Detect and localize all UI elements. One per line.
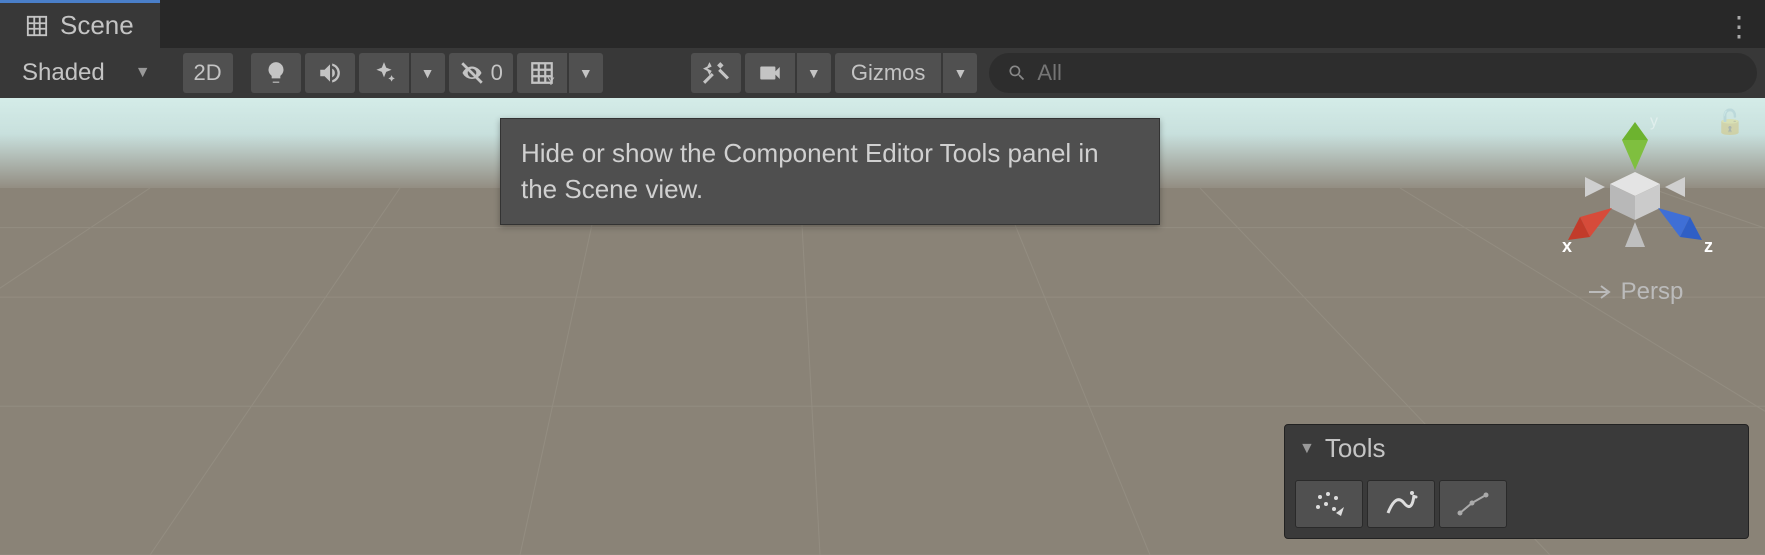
- camera-dropdown[interactable]: ▼: [797, 53, 831, 93]
- tooltip: Hide or show the Component Editor Tools …: [500, 118, 1160, 225]
- gizmos-label: Gizmos: [851, 60, 926, 86]
- effects-toggle[interactable]: [359, 53, 409, 93]
- scene-toolbar: Shaded ▼ 2D ▼ 0 Y: [0, 48, 1765, 98]
- gizmos-dropdown[interactable]: ▼: [943, 53, 977, 93]
- effects-dropdown[interactable]: ▼: [411, 53, 445, 93]
- gizmos-toggle[interactable]: Gizmos: [835, 53, 942, 93]
- tools-panel-header[interactable]: ▼ Tools: [1285, 425, 1748, 472]
- projection-icon: [1587, 283, 1611, 301]
- chevron-down-icon: ▼: [953, 65, 967, 81]
- component-tools-toggle[interactable]: [691, 53, 741, 93]
- projection-label-row[interactable]: Persp: [1525, 278, 1745, 306]
- scene-search-input[interactable]: [1037, 60, 1739, 86]
- grid-snap-icon: Y: [529, 60, 555, 86]
- tools-panel: ▼ Tools: [1284, 424, 1749, 539]
- tab-options-icon[interactable]: ⋮: [1725, 10, 1753, 43]
- spline-tool-icon: [1384, 489, 1418, 519]
- lightbulb-icon: [263, 60, 289, 86]
- orientation-gizmo[interactable]: x z y: [1550, 112, 1720, 272]
- mode-2d-label: 2D: [194, 60, 222, 86]
- scene-search[interactable]: [989, 53, 1757, 93]
- tools-icon: [703, 60, 729, 86]
- grid-dropdown[interactable]: ▼: [569, 53, 603, 93]
- grid-toggle[interactable]: Y: [517, 53, 567, 93]
- tool-button-3[interactable]: [1439, 480, 1507, 528]
- scene-viewport[interactable]: Hide or show the Component Editor Tools …: [0, 98, 1765, 555]
- chevron-down-icon: ▼: [579, 65, 593, 81]
- particle-tool-icon: [1312, 489, 1346, 519]
- tools-panel-title: Tools: [1325, 433, 1386, 464]
- chevron-down-icon: ▼: [807, 65, 821, 81]
- lighting-toggle[interactable]: [251, 53, 301, 93]
- axis-z-label: z: [1704, 236, 1713, 256]
- orientation-gizmo-area: 🔓: [1525, 108, 1745, 306]
- hidden-count: 0: [491, 60, 503, 86]
- svg-text:Y: Y: [547, 76, 554, 86]
- chevron-down-icon: ▼: [421, 65, 435, 81]
- camera-icon: [757, 60, 783, 86]
- tool-button-2[interactable]: [1367, 480, 1435, 528]
- tooltip-text: Hide or show the Component Editor Tools …: [521, 138, 1099, 204]
- effects-icon: [371, 60, 397, 86]
- projection-label: Persp: [1621, 278, 1684, 306]
- scene-tab-label: Scene: [60, 10, 134, 41]
- mode-2d-button[interactable]: 2D: [183, 53, 233, 93]
- tab-row: Scene ⋮: [0, 0, 1765, 48]
- camera-settings-button[interactable]: [745, 53, 795, 93]
- axis-y-label: y: [1650, 113, 1658, 130]
- audio-toggle[interactable]: [305, 53, 355, 93]
- tools-panel-row: [1285, 472, 1748, 538]
- hidden-objects-toggle[interactable]: 0: [449, 53, 513, 93]
- draw-mode-label: Shaded: [22, 59, 105, 87]
- eye-slash-icon: [459, 60, 485, 86]
- foldout-triangle-icon: ▼: [1299, 440, 1315, 458]
- axis-x-label: x: [1562, 236, 1572, 256]
- path-tool-icon: [1456, 489, 1490, 519]
- speaker-icon: [317, 60, 343, 86]
- tool-button-1[interactable]: [1295, 480, 1363, 528]
- search-icon: [1007, 63, 1027, 83]
- scene-grid-icon: [26, 15, 48, 37]
- scene-tab[interactable]: Scene: [0, 0, 160, 48]
- chevron-down-icon: ▼: [135, 64, 151, 82]
- draw-mode-dropdown[interactable]: Shaded ▼: [8, 53, 165, 93]
